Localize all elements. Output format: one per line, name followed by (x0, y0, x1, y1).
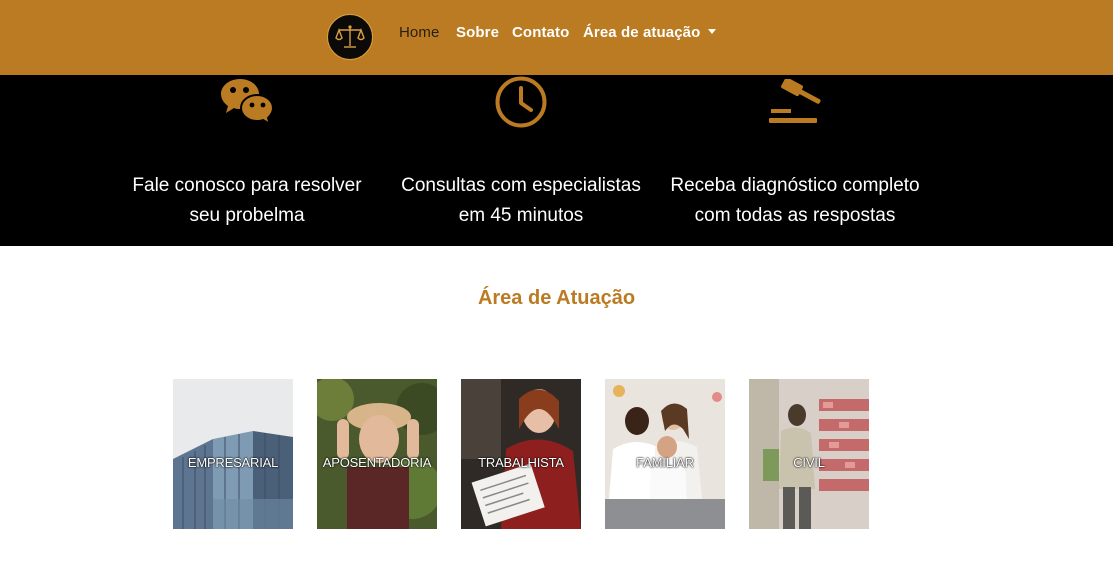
clock-icon (495, 76, 547, 128)
feature-text-contact: Fale conosco para resolver seu probelma (117, 171, 377, 231)
feature-line: Fale conosco para resolver (132, 175, 362, 196)
nav-area-de-atuacao-dropdown[interactable]: Área de atuação (583, 24, 717, 41)
nav-contato[interactable]: Contato (512, 24, 569, 41)
nav-dropdown-label: Área de atuação (583, 24, 701, 41)
feature-line: Consultas com especialistas (401, 175, 641, 196)
card-label: TRABALHISTA (478, 455, 564, 470)
card-civil[interactable]: CIVIL (749, 379, 869, 529)
feature-text-consultation: Consultas com especialistas em 45 minuto… (391, 171, 651, 231)
card-label: CIVIL (793, 455, 825, 470)
logo[interactable] (327, 14, 373, 60)
features-strip: Fale conosco para resolver seu probelma … (0, 75, 1113, 246)
section-title: Área de Atuação (477, 287, 636, 309)
gavel-icon (769, 79, 821, 123)
card-aposentadoria[interactable]: APOSENTADORIA (317, 379, 437, 529)
feature-line: em 45 minutos (458, 205, 584, 226)
shopping-photo (749, 379, 869, 529)
chevron-down-icon (708, 29, 717, 34)
card-empresarial[interactable]: EMPRESARIAL (173, 379, 293, 529)
nav-home[interactable]: Home (399, 24, 439, 41)
building-photo (173, 379, 293, 529)
family-photo (605, 379, 725, 529)
chat-bubbles-icon (221, 79, 275, 127)
feature-line: com todas as respostas (694, 205, 896, 226)
scales-of-justice-icon (335, 25, 365, 48)
feature-line: Receba diagnóstico completo (670, 175, 920, 196)
worker-contract-photo (461, 379, 581, 529)
feature-line: seu probelma (189, 205, 305, 226)
card-trabalhista[interactable]: TRABALHISTA (461, 379, 581, 529)
card-label: EMPRESARIAL (187, 455, 279, 470)
navbar: Home Sobre Contato Área de atuação (0, 0, 1113, 75)
card-label: FAMILIAR (636, 455, 694, 470)
elderly-woman-photo (317, 379, 437, 529)
nav-sobre[interactable]: Sobre (456, 24, 499, 41)
card-familiar[interactable]: FAMILIAR (605, 379, 725, 529)
feature-text-diagnosis: Receba diagnóstico completo com todas as… (665, 171, 925, 231)
card-label: APOSENTADORIA (322, 455, 432, 470)
